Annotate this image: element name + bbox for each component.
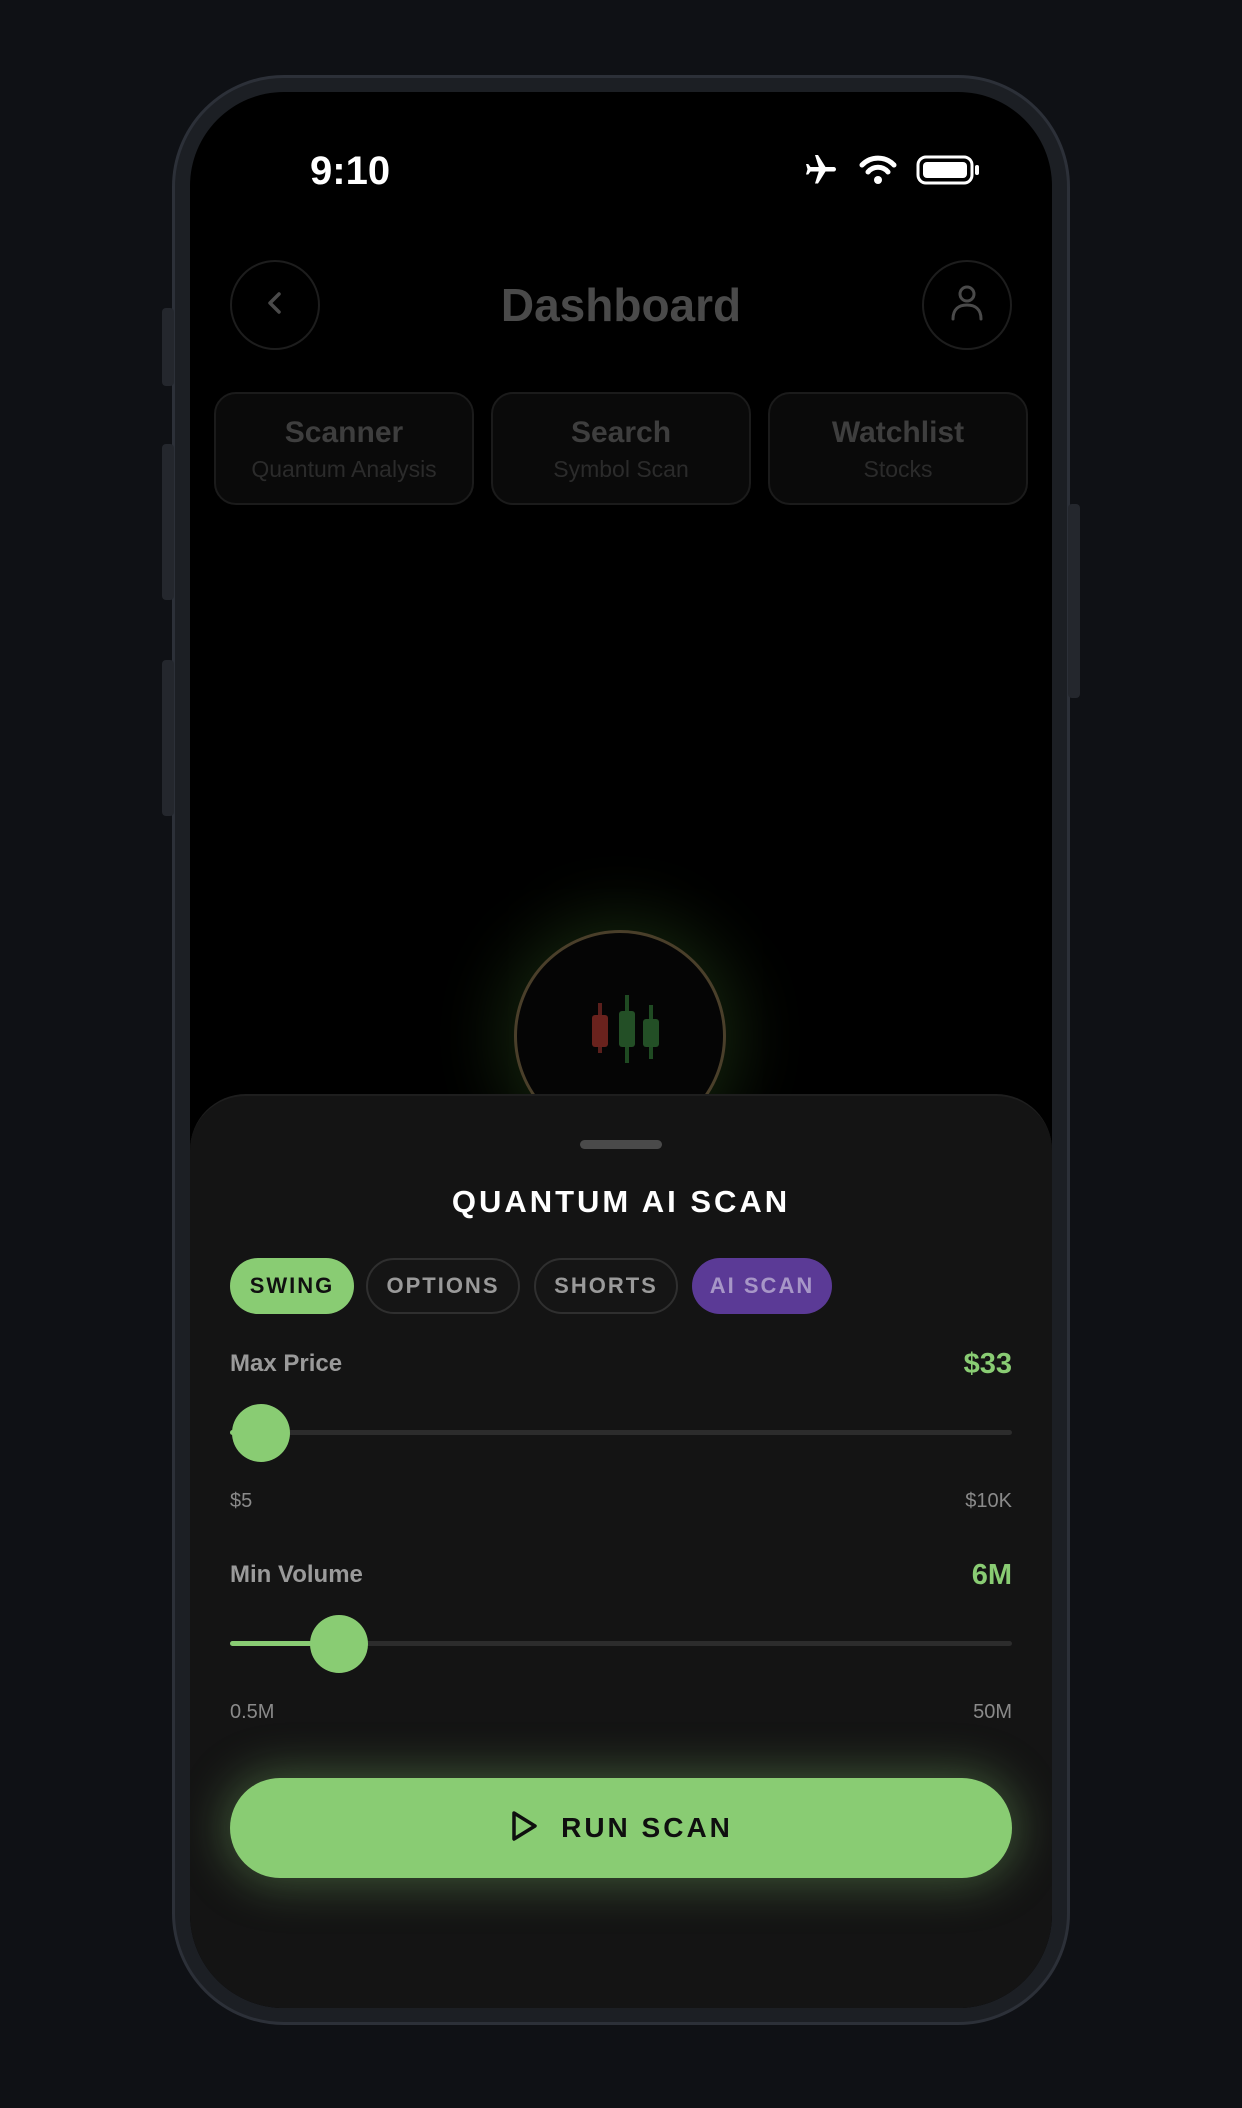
max-price-label: Max Price — [230, 1350, 343, 1377]
run-scan-label: RUN SCAN — [561, 1812, 733, 1843]
tab-subtitle: Stocks — [863, 456, 933, 482]
status-icons — [802, 152, 980, 193]
scan-bottom-sheet: QUANTUM AI SCAN SWING OPTIONS SHORTS AI … — [190, 1094, 1052, 2008]
user-icon — [949, 283, 985, 328]
tab-scanner[interactable]: Scanner Quantum Analysis — [214, 392, 474, 505]
max-price-value: $33 — [963, 1348, 1012, 1380]
candlestick-icon — [577, 993, 667, 1078]
tab-watchlist[interactable]: Watchlist Stocks — [768, 392, 1028, 505]
min-volume-value: 6M — [971, 1559, 1012, 1591]
play-icon — [509, 1810, 539, 1847]
chip-options[interactable]: OPTIONS — [366, 1258, 520, 1314]
tab-subtitle: Symbol Scan — [553, 456, 689, 482]
phone-side-button — [162, 308, 174, 386]
max-price-slider-thumb[interactable] — [232, 1404, 291, 1462]
sheet-drag-handle[interactable] — [580, 1140, 662, 1149]
max-price-max-label: $10K — [965, 1490, 1012, 1512]
tab-title: Search — [570, 416, 672, 449]
chip-swing[interactable]: SWING — [230, 1258, 354, 1314]
sheet-title: QUANTUM AI SCAN — [451, 1184, 791, 1219]
min-volume-min-label: 0.5M — [230, 1701, 275, 1723]
tab-subtitle: Quantum Analysis — [251, 456, 437, 482]
tab-search[interactable]: Search Symbol Scan — [491, 392, 751, 505]
min-volume-label: Min Volume — [230, 1561, 363, 1588]
profile-button[interactable] — [922, 260, 1012, 350]
airplane-icon — [802, 152, 840, 193]
status-time: 9:10 — [310, 149, 391, 193]
phone-side-button — [162, 660, 174, 816]
phone-side-button — [1068, 504, 1080, 698]
chip-ai-scan[interactable]: AI SCAN — [692, 1258, 832, 1314]
max-price-slider[interactable] — [230, 1404, 1012, 1462]
phone-side-button — [162, 444, 174, 600]
tab-title: Watchlist — [831, 416, 965, 449]
run-scan-button[interactable]: RUN SCAN — [230, 1778, 1012, 1878]
min-volume-max-label: 50M — [973, 1701, 1012, 1723]
tab-title: Scanner — [284, 416, 404, 449]
battery-icon — [916, 155, 980, 190]
max-price-min-label: $5 — [230, 1490, 253, 1512]
min-volume-slider[interactable] — [230, 1615, 1012, 1673]
wifi-icon — [858, 154, 898, 191]
phone-screen: 9:10 Dashboard Scanner Quantum Analysis … — [190, 92, 1052, 2008]
chip-shorts[interactable]: SHORTS — [534, 1258, 678, 1314]
min-volume-slider-thumb[interactable] — [310, 1615, 369, 1673]
